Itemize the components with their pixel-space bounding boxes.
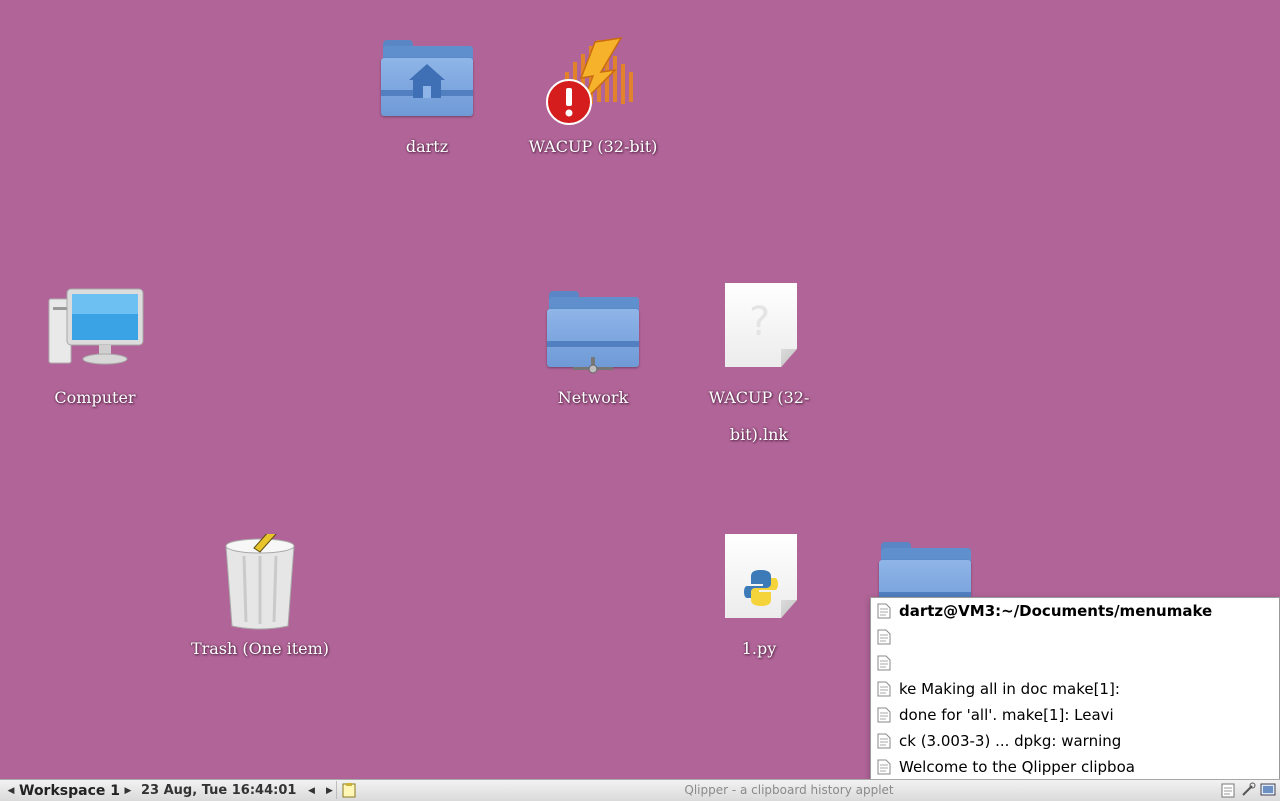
desktop-icon-label: dartz <box>405 137 449 156</box>
desktop-icon-trash[interactable]: Trash (One item) <box>190 529 330 667</box>
network-folder-icon <box>543 283 643 379</box>
task-list: Qlipper - a clipboard history applet <box>336 781 1221 799</box>
clipboard-menu-item-text: dartz@VM3:~/Documents/menumake <box>899 602 1213 620</box>
python-file-icon <box>709 534 809 630</box>
workspace-switcher[interactable]: Workspace 1 <box>16 783 123 799</box>
task-next-arrow-icon[interactable]: ▶ <box>324 786 334 796</box>
desktop-icon-label: 1.py <box>741 639 777 658</box>
clipboard-icon <box>342 783 356 798</box>
active-task-title[interactable]: Qlipper - a clipboard history applet <box>357 783 1221 797</box>
task-prev-arrow-icon[interactable]: ◀ <box>306 786 316 796</box>
clock[interactable]: 23 Aug, Tue 16:44:01 <box>133 783 306 798</box>
desktop-icon-wacup-lnk[interactable]: ? WACUP (32-bit).lnk <box>689 283 829 453</box>
text-document-icon <box>877 681 891 697</box>
clipboard-menu-item[interactable]: done for 'all'. make[1]: Leavi <box>871 702 1279 728</box>
clipboard-menu-item[interactable] <box>871 624 1279 650</box>
text-document-icon <box>877 759 891 775</box>
desktop-icon-py[interactable]: 1.py <box>689 534 829 667</box>
text-document-icon <box>877 629 891 645</box>
desktop-icon-label: WACUP (32-bit) <box>528 137 658 156</box>
taskbar: ◀ Workspace 1 ▶ 23 Aug, Tue 16:44:01 ◀ ▶… <box>0 779 1280 801</box>
clipboard-menu-item-text: ke Making all in doc make[1]: <box>899 680 1120 698</box>
clipboard-menu-item-text: ck (3.003-3) ... dpkg: warning <box>899 732 1122 750</box>
clipboard-menu-item[interactable]: Welcome to the Qlipper clipboa <box>871 754 1279 780</box>
text-document-icon <box>877 733 891 749</box>
clipboard-menu-item[interactable]: dartz@VM3:~/Documents/menumake <box>871 598 1279 624</box>
text-document-icon <box>877 707 891 723</box>
desktop-icon-label: Trash (One item) <box>190 639 330 658</box>
clipboard-menu-item-text: Welcome to the Qlipper clipboa <box>899 758 1135 776</box>
clipboard-menu-item[interactable]: ke Making all in doc make[1]: <box>871 676 1279 702</box>
text-document-icon <box>877 603 891 619</box>
clipboard-applet-icon[interactable] <box>1220 782 1236 798</box>
clipboard-menu-item[interactable]: ck (3.003-3) ... dpkg: warning <box>871 728 1279 754</box>
clipboard-history-menu: dartz@VM3:~/Documents/menumake ke Making… <box>870 597 1280 781</box>
trash-full-icon <box>210 529 310 630</box>
tools-icon[interactable] <box>1240 782 1256 798</box>
desktop-icon-dartz[interactable]: dartz <box>357 32 497 165</box>
workspace-next-arrow-icon[interactable]: ▶ <box>123 786 133 796</box>
computer-icon <box>45 283 145 379</box>
system-tray <box>1220 781 1280 799</box>
unknown-file-icon: ? <box>709 283 809 379</box>
text-document-icon <box>877 655 891 671</box>
desktop-icon-label: Network <box>557 388 629 407</box>
desktop-icon-label: WACUP (32-bit).lnk <box>708 388 810 444</box>
show-desktop-icon[interactable] <box>1260 782 1276 798</box>
desktop-icon-network[interactable]: Network <box>523 283 663 416</box>
clipboard-menu-item[interactable] <box>871 650 1279 676</box>
workspace-prev-arrow-icon[interactable]: ◀ <box>6 786 16 796</box>
wacup-broken-link-icon <box>543 32 643 128</box>
clipboard-menu-item-text: done for 'all'. make[1]: Leavi <box>899 706 1114 724</box>
desktop-icon-computer[interactable]: Computer <box>25 283 165 416</box>
desktop-icon-wacup[interactable]: WACUP (32-bit) <box>523 32 663 165</box>
desktop-icon-label: Computer <box>54 388 136 407</box>
home-folder-icon <box>377 32 477 128</box>
